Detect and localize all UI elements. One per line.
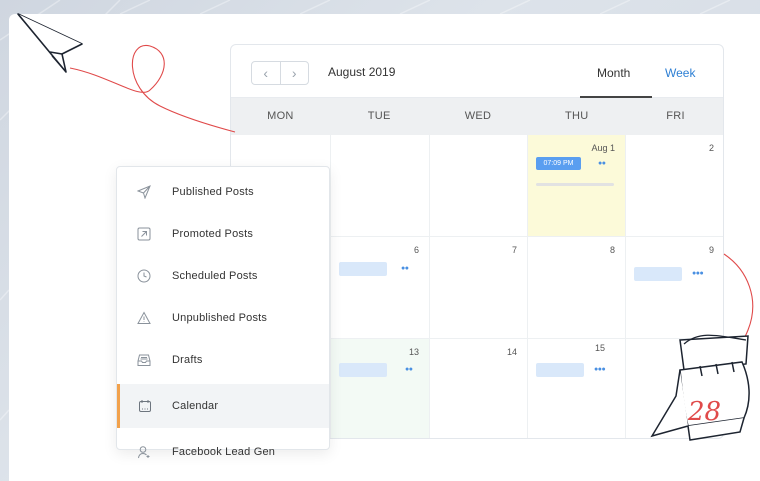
day-number: 13 [408, 347, 419, 357]
month-title: August 2019 [328, 65, 396, 79]
chevron-right-icon: › [291, 65, 297, 81]
chevron-left-icon: ‹ [263, 65, 269, 81]
menu-item-published-posts[interactable]: Published Posts [117, 171, 329, 213]
menu-item-facebook-lead-gen[interactable]: Facebook Lead Gen [117, 431, 329, 473]
menu-item-label: Unpublished Posts [172, 312, 268, 324]
day-number: 15 [594, 343, 605, 353]
menu-item-label: Drafts [172, 354, 203, 366]
menu-item-label: Published Posts [172, 186, 254, 198]
post-bar[interactable] [339, 363, 387, 377]
post-status-dots: ●●● [692, 270, 704, 277]
day-number: 2 [708, 143, 714, 153]
menu-item-label: Facebook Lead Gen [172, 446, 276, 458]
calendar-cell[interactable]: 7 [430, 237, 528, 339]
menu-item-label: Scheduled Posts [172, 270, 258, 282]
calendar-cell[interactable]: 6 ●● [331, 237, 430, 339]
post-bar[interactable] [536, 363, 584, 377]
weekday-thu: THU [565, 110, 589, 122]
menu-item-promoted-posts[interactable]: Promoted Posts [117, 213, 329, 255]
arrow-up-right-box-icon [137, 227, 151, 241]
day-number: 8 [609, 245, 615, 255]
menu-item-label: Calendar [172, 400, 219, 412]
day-number: 14 [506, 347, 517, 357]
calendar-icon [139, 400, 151, 412]
calendar-cell[interactable]: 8 [528, 237, 626, 339]
tab-month[interactable]: Month [597, 66, 630, 80]
calendar-header: ‹ › August 2019 Month Week [231, 45, 723, 98]
post-status-dots: ●●● [594, 366, 606, 373]
menu-item-unpublished-posts[interactable]: Unpublished Posts [117, 297, 329, 339]
menu-item-calendar[interactable]: Calendar [117, 384, 329, 428]
next-month-button[interactable]: › [279, 62, 309, 84]
weekday-mon: MON [267, 110, 294, 122]
day-number: 6 [413, 245, 419, 255]
calendar-cell[interactable]: 13 ●● [331, 339, 430, 438]
weekday-wed: WED [464, 110, 492, 122]
clock-icon [137, 269, 151, 283]
month-nav: ‹ › [251, 61, 309, 85]
user-icon [138, 446, 150, 459]
calendar-cell[interactable] [626, 339, 723, 438]
post-type-menu: Published Posts Promoted Posts Scheduled… [116, 166, 330, 459]
warning-icon [137, 311, 151, 324]
post-placeholder-line [536, 183, 614, 186]
weekday-fri: FRI [666, 110, 685, 122]
scheduled-post-chip[interactable]: 07:09 PM [536, 157, 581, 170]
post-status-dots: ●● [598, 160, 606, 167]
calendar-cell[interactable]: 2 [626, 135, 723, 237]
day-number: 7 [511, 245, 517, 255]
calendar-cell-today[interactable]: Aug 1 07:09 PM ●● [528, 135, 626, 237]
weekday-tue: TUE [367, 110, 391, 122]
calendar-cell[interactable]: 14 [430, 339, 528, 438]
post-bar[interactable] [634, 267, 682, 281]
day-number: Aug 1 [591, 143, 615, 153]
post-status-dots: ●● [405, 366, 413, 373]
calendar-cell[interactable] [331, 135, 430, 237]
tab-week[interactable]: Week [665, 66, 695, 80]
weekday-header-row: MON TUE WED THU FRI [231, 98, 723, 135]
prev-month-button[interactable]: ‹ [252, 62, 280, 84]
menu-item-scheduled-posts[interactable]: Scheduled Posts [117, 255, 329, 297]
inbox-icon [137, 354, 151, 366]
day-number: 9 [708, 245, 714, 255]
menu-item-drafts[interactable]: Drafts [117, 339, 329, 381]
calendar-cell[interactable]: 15 ●●● [528, 339, 626, 438]
menu-item-label: Promoted Posts [172, 228, 254, 240]
post-bar[interactable] [339, 262, 387, 276]
calendar-cell[interactable]: 9 ●●● [626, 237, 723, 339]
calendar-cell[interactable] [430, 135, 528, 237]
post-status-dots: ●● [401, 265, 409, 272]
paper-plane-icon [137, 185, 151, 199]
